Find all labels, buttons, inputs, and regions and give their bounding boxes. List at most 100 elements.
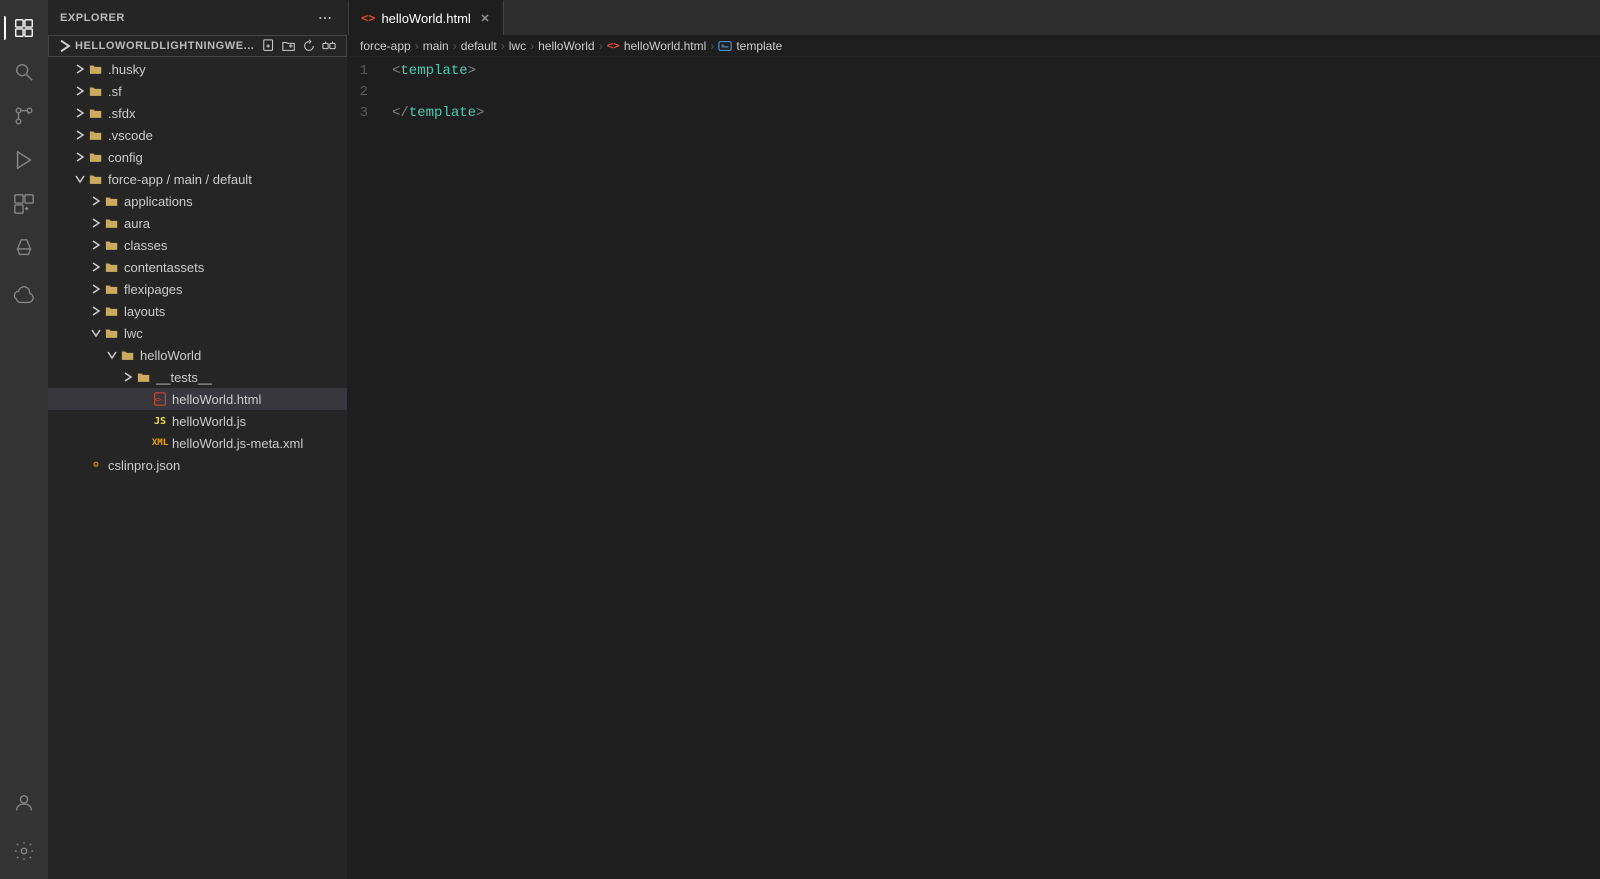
tree-item-flexipages[interactable]: flexipages: [48, 278, 347, 300]
breadcrumb-sep-1: ›: [415, 39, 419, 53]
sidebar-more-button[interactable]: [315, 8, 335, 28]
chevron-icon: [72, 83, 88, 99]
line-num-3: 3: [348, 103, 380, 124]
tree-item-label: helloWorld: [140, 348, 201, 363]
activity-settings[interactable]: [4, 831, 44, 871]
breadcrumb-force-app[interactable]: force-app: [360, 39, 411, 53]
activity-explorer[interactable]: [4, 8, 44, 48]
activity-test[interactable]: [4, 228, 44, 268]
breadcrumb: force-app › main › default › lwc › hello…: [348, 35, 1600, 57]
chevron-icon: [88, 237, 104, 253]
tree-item-helloworld-folder[interactable]: helloWorld: [48, 344, 347, 366]
tree-item-tests[interactable]: __tests__: [48, 366, 347, 388]
activity-salesforce[interactable]: [4, 276, 44, 316]
breadcrumb-sep-3: ›: [501, 39, 505, 53]
tree-item-layouts[interactable]: layouts: [48, 300, 347, 322]
root-folder[interactable]: HELLOWORLDLIGHTNINGWE...: [48, 35, 347, 57]
folder-icon: [104, 303, 120, 319]
explorer-tree: .husky .sf: [48, 58, 347, 879]
folder-icon: [88, 149, 104, 165]
tab-close-button[interactable]: [477, 10, 493, 26]
breadcrumb-sep-2: ›: [453, 39, 457, 53]
tab-file-icon: <>: [361, 11, 375, 25]
chevron-down-icon: [88, 325, 104, 341]
chevron-down-icon: [104, 347, 120, 363]
tree-item-label: layouts: [124, 304, 165, 319]
chevron-icon: [88, 259, 104, 275]
folder-icon: [104, 281, 120, 297]
new-folder-button[interactable]: [280, 37, 298, 55]
tree-item-label: .husky: [108, 62, 146, 77]
activity-extensions[interactable]: [4, 184, 44, 224]
folder-icon: [88, 105, 104, 121]
tree-item-aura[interactable]: aura: [48, 212, 347, 234]
sidebar-title: Explorer: [60, 12, 125, 24]
breadcrumb-helloworld[interactable]: helloWorld: [538, 39, 594, 53]
tree-item-sfdx[interactable]: .sfdx: [48, 102, 347, 124]
tree-item-label: config: [108, 150, 143, 165]
collapse-button[interactable]: [320, 37, 338, 55]
folder-open-icon: [120, 347, 136, 363]
folder-icon: [88, 83, 104, 99]
tree-item-classes[interactable]: classes: [48, 234, 347, 256]
tree-item-label: .sf: [108, 84, 122, 99]
chevron-icon: [88, 193, 104, 209]
activity-bar: [0, 0, 48, 879]
folder-open-icon: [88, 171, 104, 187]
code-line-3: </template>: [388, 103, 1600, 124]
activity-source-control[interactable]: [4, 96, 44, 136]
tag-template-open: template: [400, 61, 467, 82]
new-file-button[interactable]: [260, 37, 278, 55]
folder-icon: [104, 215, 120, 231]
tree-item-husky[interactable]: .husky: [48, 58, 347, 80]
root-folder-chevron: [57, 38, 73, 54]
tag-template-close: template: [409, 103, 476, 124]
close-bracket-2: >: [476, 103, 484, 124]
breadcrumb-template-icon: [718, 39, 732, 53]
tree-item-cslinpro-json[interactable]: ⚙ cslinpro.json: [48, 454, 347, 476]
breadcrumb-sep-5: ›: [599, 39, 603, 53]
refresh-button[interactable]: [300, 37, 318, 55]
activity-accounts[interactable]: [4, 783, 44, 823]
chevron-icon: [72, 61, 88, 77]
root-folder-name: HELLOWORLDLIGHTNINGWE...: [75, 40, 260, 52]
tree-item-helloworld-html[interactable]: <> helloWorld.html: [48, 388, 347, 410]
tree-item-lwc[interactable]: lwc: [48, 322, 347, 344]
activity-run[interactable]: [4, 140, 44, 180]
line-numbers: 1 2 3: [348, 57, 388, 879]
tree-item-force-app[interactable]: force-app / main / default: [48, 168, 347, 190]
breadcrumb-filename[interactable]: helloWorld.html: [624, 39, 706, 53]
breadcrumb-main[interactable]: main: [423, 39, 449, 53]
code-editor[interactable]: <template> </template>: [388, 57, 1600, 879]
tree-item-label: contentassets: [124, 260, 204, 275]
tree-item-label: classes: [124, 238, 167, 253]
tree-item-sf[interactable]: .sf: [48, 80, 347, 102]
chevron-icon: [120, 369, 136, 385]
breadcrumb-template[interactable]: template: [736, 39, 782, 53]
tree-item-label: aura: [124, 216, 150, 231]
tab-label: helloWorld.html: [381, 11, 470, 26]
chevron-icon: [72, 149, 88, 165]
activity-search[interactable]: [4, 52, 44, 92]
tree-item-vscode[interactable]: .vscode: [48, 124, 347, 146]
close-bracket-1: >: [468, 61, 476, 82]
editor-area: 1 2 3 <template> </template>: [348, 57, 1600, 879]
folder-icon: [104, 193, 120, 209]
js-file-icon: JS: [152, 413, 168, 429]
tree-item-helloworld-js[interactable]: JS helloWorld.js: [48, 410, 347, 432]
tree-item-applications[interactable]: applications: [48, 190, 347, 212]
open-bracket-2: <: [392, 103, 400, 124]
tab-helloworld-html[interactable]: <> helloWorld.html: [348, 0, 504, 35]
tree-item-label: force-app / main / default: [108, 172, 252, 187]
sidebar-actions: [315, 8, 335, 28]
slash: /: [400, 103, 408, 124]
sidebar-header: Explorer: [48, 0, 347, 35]
breadcrumb-default[interactable]: default: [461, 39, 497, 53]
breadcrumb-lwc[interactable]: lwc: [509, 39, 526, 53]
code-line-2: [388, 82, 1600, 103]
breadcrumb-html-icon: <>: [607, 39, 620, 52]
tree-item-config[interactable]: config: [48, 146, 347, 168]
tree-item-contentassets[interactable]: contentassets: [48, 256, 347, 278]
tree-item-helloworld-xml[interactable]: XML helloWorld.js-meta.xml: [48, 432, 347, 454]
tree-item-label: cslinpro.json: [108, 458, 180, 473]
